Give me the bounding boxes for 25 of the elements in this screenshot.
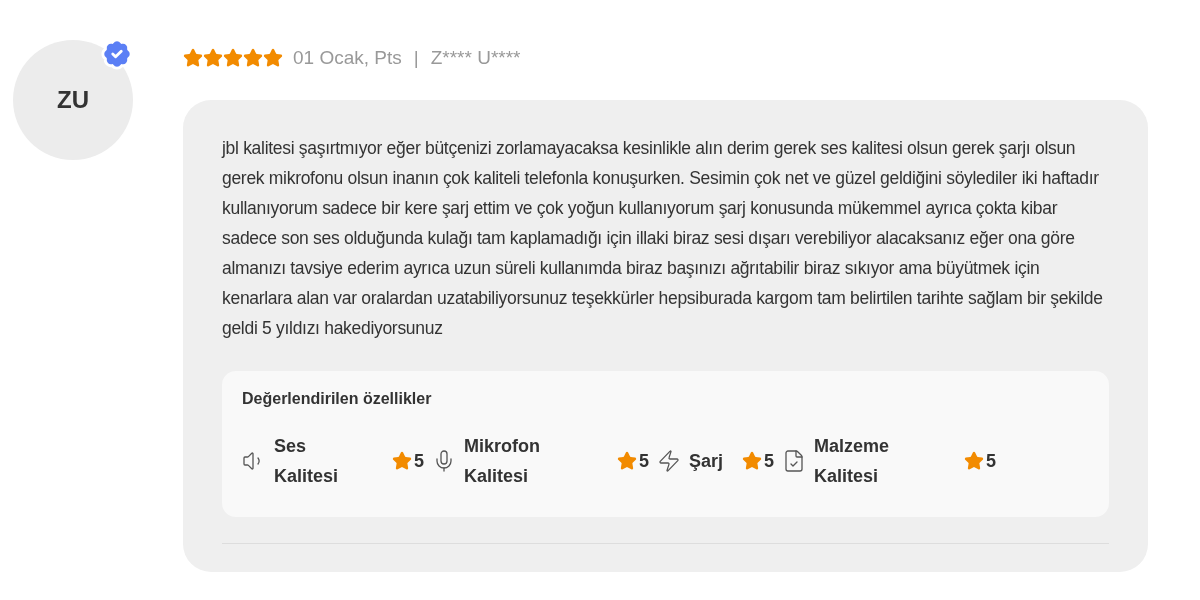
feature-score: 5 [392, 447, 424, 475]
feature-label: Ses Kalitesi [274, 435, 340, 488]
review-date: 01 Ocak, Pts [293, 45, 402, 70]
features-title: Değerlendirilen özellikler [242, 389, 433, 409]
feature-label: Mikrofon Kalitesi [464, 435, 541, 488]
feature-label: Malzeme Kalitesi [814, 435, 891, 488]
feature-label: Şarj [689, 450, 724, 473]
star-icon [243, 48, 263, 68]
star-icon [964, 451, 984, 471]
star-icon [392, 451, 412, 471]
lightning-icon [657, 449, 681, 473]
reviewer-name: Z**** U**** [430, 45, 521, 70]
star-icon [263, 48, 283, 68]
star-icon [742, 451, 762, 471]
star-icon [617, 451, 637, 471]
star-icon [223, 48, 243, 68]
avatar-initials: ZU [57, 85, 89, 115]
document-icon [782, 449, 806, 473]
star-icon [183, 48, 203, 68]
review-text: jbl kalitesi şaşırtmıyor eğer bütçenizi zorlamayacaksa kesinlikle alın derim gerek ses kalitesi olsun gerek şarjı olsun gerek mikrofonu olsun inanın çok kaliteli telefonla konuşurken. Sesimin çok net ve güzel geldiğini söylediler iki haftadır kullanıyorum sadece bir kere şarj ettim ve çok yoğun kullanıyorum şarj konusunda mükemmel ayrıca çokta kibar sadece son ses olduğunda kulağı tam kaplamadığı için illaki biraz sesi dışarı verebiliyor alacaksanız eğer ona göre almanızı tavsiye ederim ayrıca uzun süreli kullanımda biraz başınızı ağrıtabilir biraz sıkıyor ama büyütmek için kenarlara alan var oralardan uzatabiliyorsunuz teşekkürler hepsiburada kargom tam belirtilen tarihte sağlam bir şekilde geldi 5 yıldızı hakediyorsunuz [222, 137, 1104, 340]
feature-score: 5 [964, 447, 996, 475]
separator: | [412, 45, 420, 70]
feature-score: 5 [742, 447, 774, 475]
feature-score: 5 [617, 447, 649, 475]
star-icon [203, 48, 223, 68]
